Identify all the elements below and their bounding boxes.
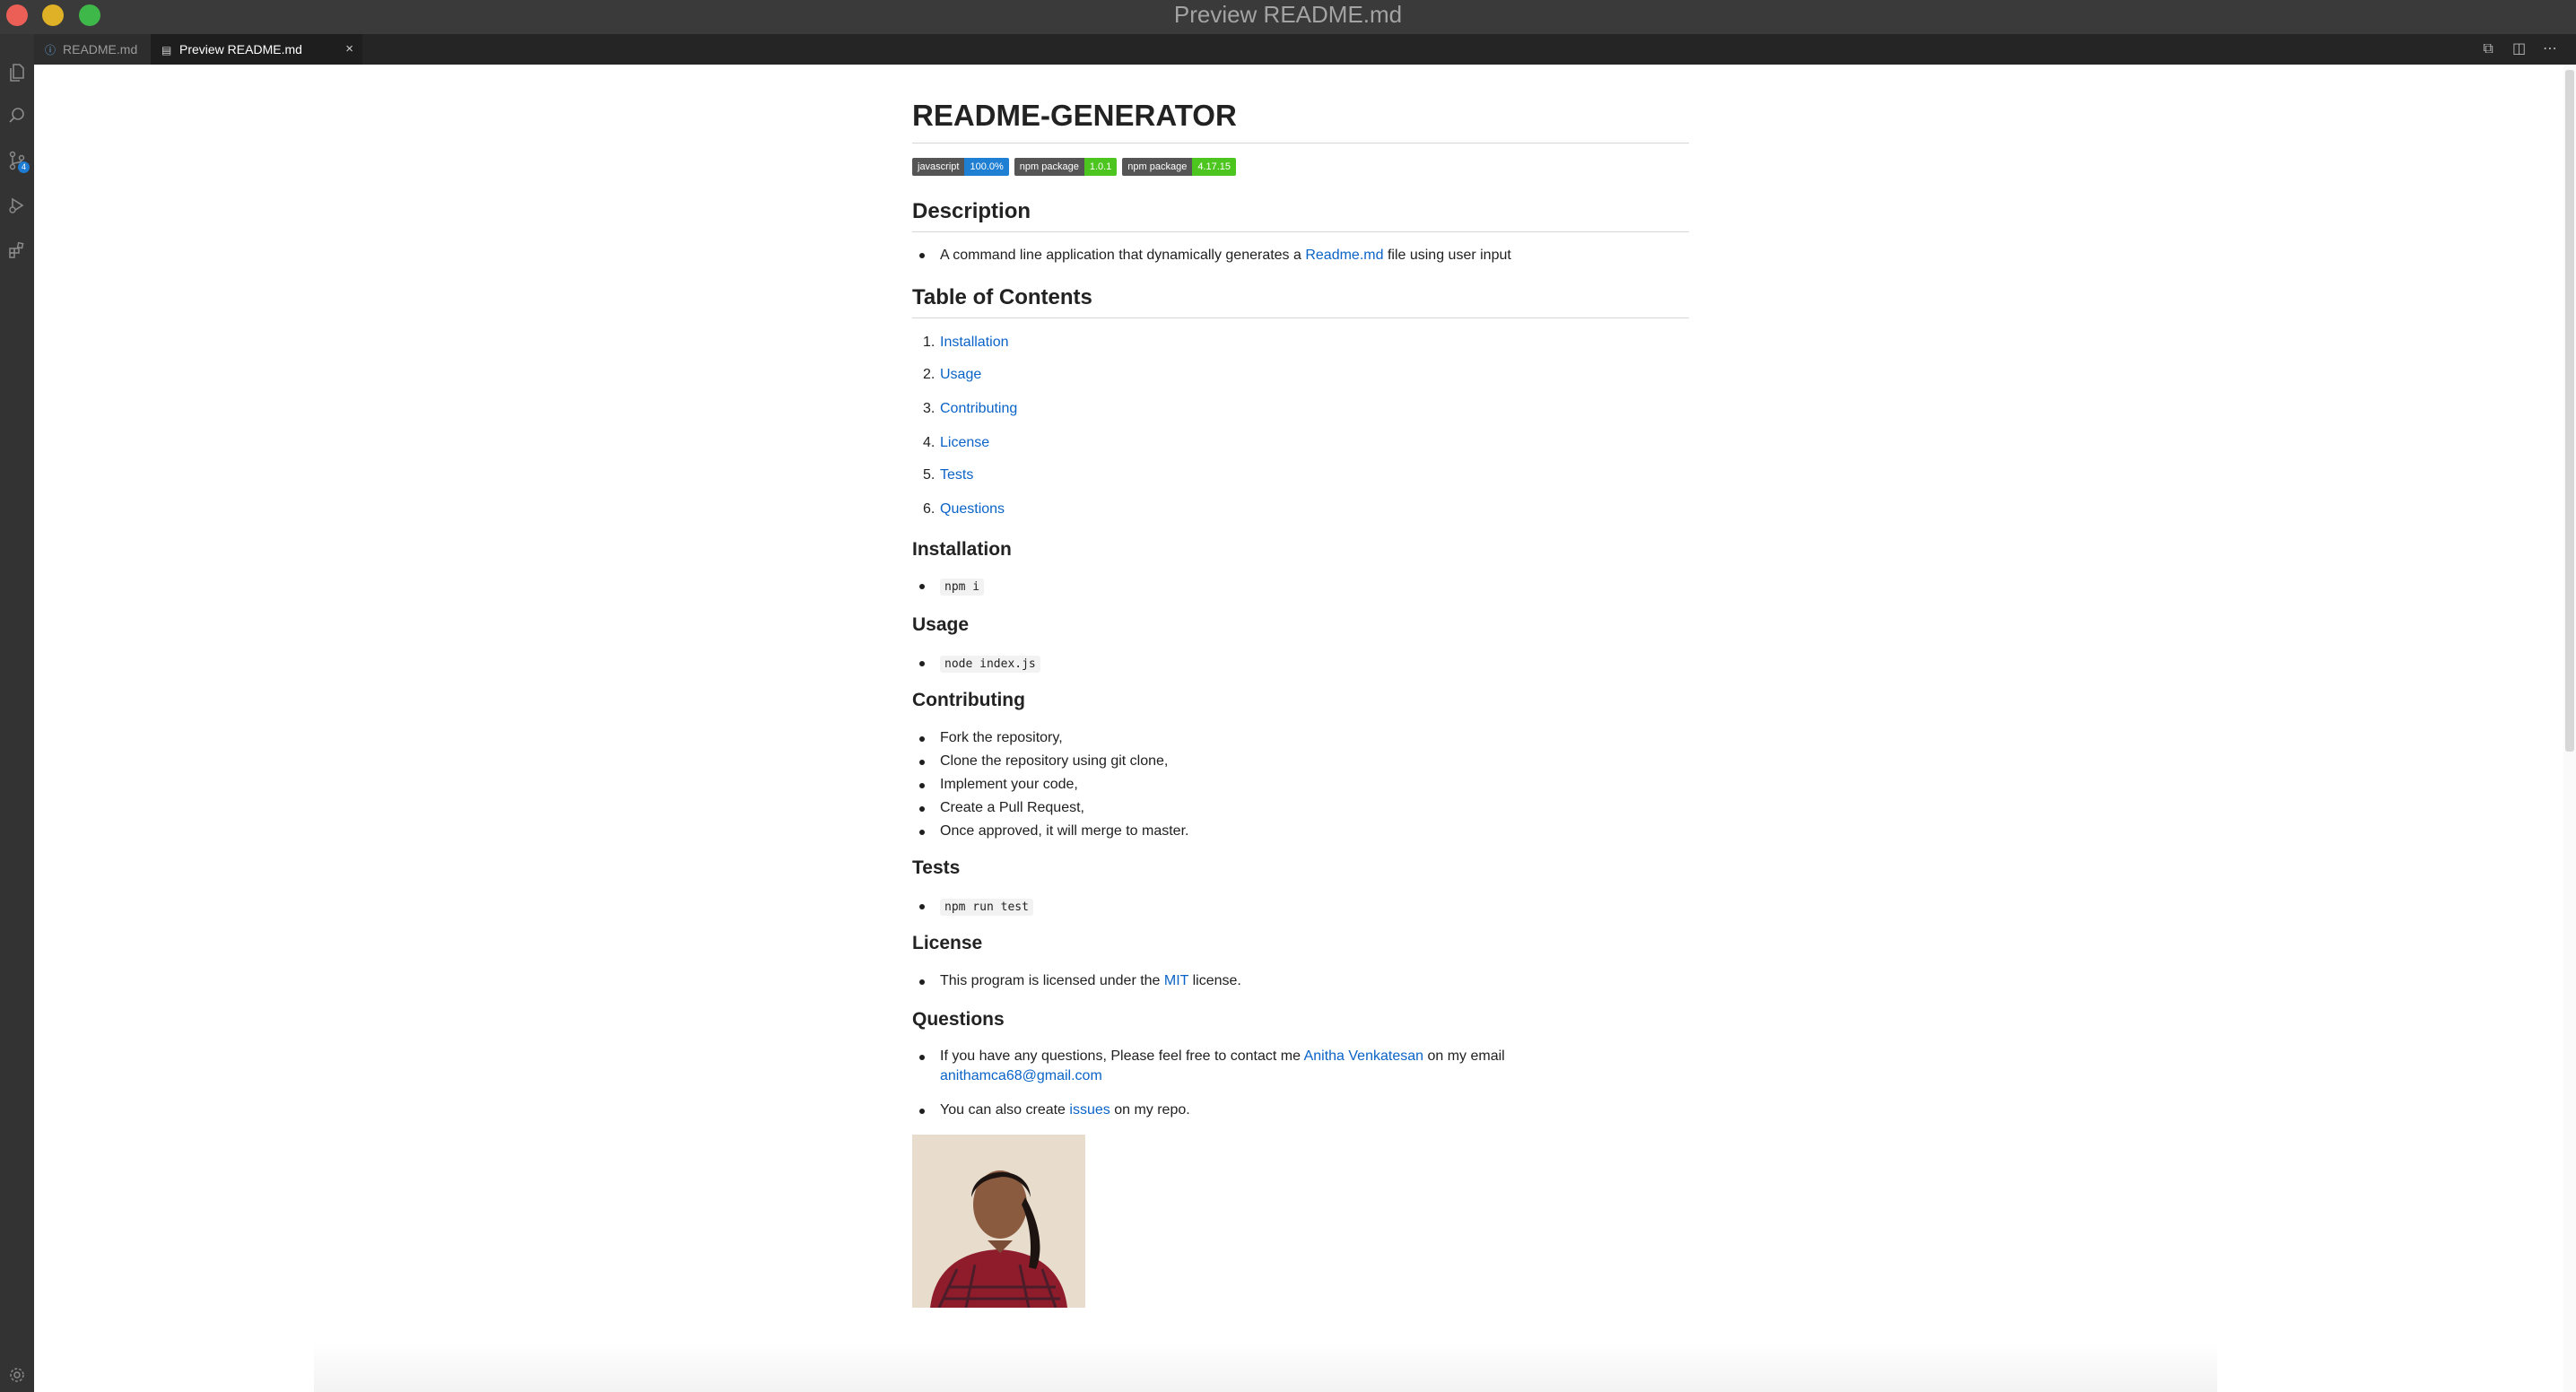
list-number: 6. bbox=[923, 501, 936, 517]
badge-value: 1.0.1 bbox=[1083, 158, 1118, 176]
installation-heading: Installation bbox=[912, 539, 1012, 560]
bullet bbox=[919, 584, 925, 589]
text: on my repo. bbox=[1110, 1102, 1190, 1118]
text: This program is licensed under the bbox=[940, 973, 1164, 988]
toc-link-installation[interactable]: Installation bbox=[940, 333, 1009, 352]
activity-bar: 4 bbox=[0, 34, 34, 1392]
divider bbox=[912, 143, 1689, 144]
bullet bbox=[919, 760, 925, 765]
badge-javascript[interactable]: javascript 100.0% bbox=[912, 158, 1009, 176]
tab-label: Preview README.md bbox=[179, 42, 302, 57]
explorer-icon[interactable] bbox=[0, 56, 34, 90]
list-item: Create a Pull Request, bbox=[940, 800, 1084, 815]
list-number: 2. bbox=[923, 367, 936, 382]
badge-key: npm package bbox=[1122, 158, 1193, 176]
mit-link[interactable]: MIT bbox=[1164, 973, 1188, 988]
list-item: Fork the repository, bbox=[940, 730, 1063, 745]
questions-heading: Questions bbox=[912, 1009, 1005, 1030]
search-icon[interactable] bbox=[0, 99, 34, 133]
bullet bbox=[919, 736, 925, 742]
toc-link-license[interactable]: License bbox=[940, 433, 989, 452]
contributing-heading: Contributing bbox=[912, 690, 1025, 710]
bullet bbox=[919, 661, 925, 666]
open-source-icon[interactable]: ⧉ bbox=[2475, 34, 2502, 65]
title-bar: Preview README.md bbox=[0, 0, 2576, 35]
bullet bbox=[919, 979, 925, 985]
badge-key: npm package bbox=[1014, 158, 1084, 176]
bullet bbox=[919, 1055, 925, 1060]
tab-preview-readme[interactable]: ▤ Preview README.md × bbox=[151, 34, 362, 65]
badge-value: 100.0% bbox=[964, 158, 1009, 176]
close-tab-icon[interactable]: × bbox=[345, 34, 353, 65]
bottom-fade bbox=[314, 1342, 2217, 1392]
list-item: Once approved, it will merge to master. bbox=[940, 823, 1189, 839]
installation-item: npm i bbox=[940, 577, 985, 596]
badge-value: 4.17.15 bbox=[1192, 158, 1237, 176]
more-actions-icon[interactable]: ⋯ bbox=[2537, 34, 2563, 65]
license-heading: License bbox=[912, 933, 983, 953]
license-text: This program is licensed under the MIT l… bbox=[940, 971, 1241, 990]
tab-readme[interactable]: ⓘ README.md bbox=[34, 34, 151, 65]
tab-label: README.md bbox=[63, 42, 138, 57]
profile-photo bbox=[912, 1135, 1085, 1308]
text: on my email bbox=[1423, 1048, 1505, 1064]
bullet bbox=[919, 783, 925, 788]
window-title: Preview README.md bbox=[1173, 1, 1403, 28]
settings-icon[interactable] bbox=[0, 1358, 34, 1392]
tab-actions: ⧉ ◫ ⋯ bbox=[2475, 34, 2563, 65]
readme-link[interactable]: Readme.md bbox=[1305, 248, 1383, 263]
description-heading: Description bbox=[912, 199, 1031, 223]
badge-key: javascript bbox=[912, 158, 965, 176]
toc-link-questions[interactable]: Questions bbox=[940, 500, 1005, 518]
usage-heading: Usage bbox=[912, 614, 970, 635]
info-icon: ⓘ bbox=[45, 44, 57, 57]
toc-link-usage[interactable]: Usage bbox=[940, 365, 981, 384]
run-debug-icon[interactable] bbox=[0, 188, 34, 222]
author-link[interactable]: Anitha Venkatesan bbox=[1304, 1048, 1423, 1064]
text: You can also create bbox=[940, 1102, 1070, 1118]
toc-heading: Table of Contents bbox=[912, 285, 1092, 309]
badge-npm-package[interactable]: npm package 4.17.15 bbox=[1122, 158, 1237, 176]
toc-link-tests[interactable]: Tests bbox=[940, 465, 973, 484]
tests-heading: Tests bbox=[912, 857, 961, 878]
source-control-badge: 4 bbox=[18, 161, 30, 173]
description-text: A command line application that dynamica… bbox=[940, 246, 1511, 265]
bullet bbox=[919, 830, 925, 835]
issues-text: You can also create issues on my repo. bbox=[940, 1101, 1190, 1119]
page-title: README-GENERATOR bbox=[912, 99, 1237, 132]
bullet bbox=[919, 806, 925, 812]
text: If you have any questions, Please feel f… bbox=[940, 1048, 1304, 1064]
issues-link[interactable]: issues bbox=[1069, 1102, 1110, 1118]
list-item: Implement your code, bbox=[940, 777, 1078, 792]
bullet bbox=[919, 1109, 925, 1114]
text: file using user input bbox=[1383, 248, 1511, 263]
text: A command line application that dynamica… bbox=[940, 248, 1306, 263]
badge-npm-package[interactable]: npm package 1.0.1 bbox=[1014, 158, 1118, 176]
usage-item: node index.js bbox=[940, 654, 1040, 674]
divider bbox=[912, 231, 1689, 232]
editor-tab-bar: ⓘ README.md ▤ Preview README.md × ⧉ ◫ ⋯ bbox=[34, 34, 2576, 65]
list-number: 3. bbox=[923, 401, 936, 416]
email-link[interactable]: anithamca68@gmail.com bbox=[940, 1066, 1102, 1085]
split-editor-icon[interactable]: ◫ bbox=[2506, 34, 2533, 65]
preview-icon: ▤ bbox=[161, 44, 172, 57]
list-number: 1. bbox=[923, 335, 936, 350]
questions-text: If you have any questions, Please feel f… bbox=[940, 1047, 1622, 1066]
list-item: Clone the repository using git clone, bbox=[940, 753, 1169, 769]
code-usage: node index.js bbox=[940, 656, 1040, 673]
toc-link-contributing[interactable]: Contributing bbox=[940, 399, 1017, 418]
code-install: npm i bbox=[940, 579, 985, 596]
list-number: 5. bbox=[923, 467, 936, 483]
source-control-icon[interactable]: 4 bbox=[0, 144, 34, 178]
list-number: 4. bbox=[923, 435, 936, 450]
scrollbar-thumb[interactable] bbox=[2565, 70, 2574, 752]
text: license. bbox=[1188, 973, 1241, 988]
bullet bbox=[919, 253, 925, 258]
bullet bbox=[919, 904, 925, 909]
extensions-icon[interactable] bbox=[0, 233, 34, 267]
tests-item: npm run test bbox=[940, 897, 1033, 917]
badge-row: javascript 100.0% npm package 1.0.1 npm … bbox=[912, 158, 1237, 176]
code-tests: npm run test bbox=[940, 899, 1033, 916]
